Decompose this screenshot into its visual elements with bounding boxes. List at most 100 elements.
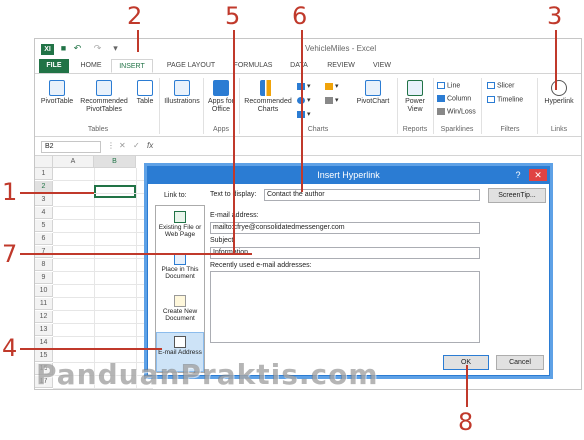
link-to-existing-file[interactable]: Existing File or Web Page (156, 208, 204, 248)
slicer-button[interactable]: Slicer (487, 82, 515, 89)
new-document-icon (174, 295, 186, 307)
area-chart-icon (325, 96, 333, 104)
row-header[interactable]: 8 (35, 259, 53, 271)
callout-line-4 (20, 348, 162, 350)
callout-7: 7 (2, 240, 18, 268)
gridline (53, 323, 153, 324)
redo-icon[interactable]: ↷ (93, 44, 102, 53)
power-view-icon (407, 80, 423, 96)
gridline (94, 168, 95, 388)
link-to-create-new-document[interactable]: Create New Document (156, 292, 204, 332)
hyperlink-button[interactable]: Hyperlink (541, 80, 577, 106)
row-header[interactable]: 13 (35, 324, 53, 336)
tab-page-layout[interactable]: PAGE LAYOUT (159, 59, 223, 73)
row-header[interactable]: 7 (35, 246, 53, 258)
sparkline-column-icon (437, 95, 445, 102)
group-label-apps: Apps (213, 126, 229, 133)
sparkline-winloss-button[interactable]: Win/Loss (437, 108, 476, 115)
text-to-display-input[interactable]: Contact the author (264, 189, 480, 201)
pivottable-button[interactable]: PivotTable (39, 80, 75, 106)
line-chart-button[interactable]: ▾ (325, 82, 339, 90)
tab-review[interactable]: REVIEW (321, 59, 361, 73)
pie-chart-button[interactable]: ▾ (297, 96, 311, 104)
group-separator (481, 78, 482, 134)
group-label-sparklines: Sparklines (440, 126, 474, 133)
callout-line-1 (20, 192, 94, 194)
close-button[interactable]: ✕ (529, 169, 547, 181)
formula-bar-dots-icon: ⋮ (107, 141, 115, 150)
table-button[interactable]: Table (133, 80, 157, 106)
tab-formulas[interactable]: FORMULAS (229, 59, 277, 73)
group-label-tables: Tables (87, 126, 109, 133)
help-button[interactable]: ? (511, 169, 525, 181)
cancel-entry-icon[interactable]: ✕ (119, 141, 126, 150)
selected-cell-b2[interactable] (94, 185, 136, 198)
cancel-button[interactable]: Cancel (496, 355, 544, 370)
scatter-chart-button[interactable]: ▾ (297, 110, 311, 118)
recent-emails-list[interactable] (210, 271, 480, 343)
column-header-a[interactable]: A (53, 156, 94, 168)
apps-for-office-label: Apps for Office (207, 98, 235, 113)
group-separator (397, 78, 398, 134)
table-icon (137, 80, 153, 96)
tab-home[interactable]: HOME (75, 59, 107, 73)
recommended-pivottables-button[interactable]: Recommended PivotTables (79, 80, 129, 114)
sparkline-line-label: Line (447, 82, 461, 90)
name-box[interactable]: B2 (41, 141, 101, 153)
group-separator (239, 78, 240, 134)
tab-file[interactable]: FILE (39, 59, 69, 73)
callout-1: 1 (2, 178, 18, 206)
apps-for-office-button[interactable]: Apps for Office (207, 80, 235, 114)
row-header[interactable]: 12 (35, 311, 53, 323)
customize-qat-icon[interactable]: ▾ (111, 44, 120, 53)
select-all-corner[interactable] (35, 156, 53, 168)
pivottable-label: PivotTable (40, 98, 74, 105)
sparkline-line-button[interactable]: Line (437, 82, 460, 89)
column-header-b[interactable]: B (94, 156, 136, 168)
confirm-entry-icon[interactable]: ✓ (133, 141, 140, 150)
save-icon[interactable]: ■ (59, 44, 68, 53)
illustrations-icon (174, 80, 190, 96)
insert-function-icon[interactable]: fx (147, 141, 153, 150)
insert-hyperlink-dialog: Insert Hyperlink ? ✕ Link to: Existing F… (147, 166, 550, 376)
title-bar: XI ■ ↶ ↷ ▾ VehicleMiles - Excel (35, 39, 581, 59)
power-view-button[interactable]: Power View (401, 80, 429, 114)
row-header[interactable]: 11 (35, 298, 53, 310)
timeline-button[interactable]: Timeline (487, 96, 523, 103)
screentip-button[interactable]: ScreenTip... (488, 188, 546, 203)
illustrations-button[interactable]: Illustrations (163, 80, 201, 106)
dialog-title: Insert Hyperlink (317, 170, 380, 180)
area-chart-button[interactable]: ▾ (325, 96, 339, 104)
row-header[interactable]: 9 (35, 272, 53, 284)
callout-2: 2 (127, 2, 143, 30)
row-header[interactable]: 5 (35, 220, 53, 232)
row-header[interactable]: 10 (35, 285, 53, 297)
row-header[interactable]: 3 (35, 194, 53, 206)
link-to-label: Link to: (164, 192, 187, 199)
pivotchart-button[interactable]: PivotChart (353, 80, 393, 106)
gridline (53, 245, 153, 246)
row-header[interactable]: 4 (35, 207, 53, 219)
recommended-charts-button[interactable]: Recommended Charts (243, 80, 293, 114)
slicer-icon (487, 82, 495, 89)
tab-view[interactable]: VIEW (367, 59, 397, 73)
column-chart-button[interactable]: ▾ (297, 82, 311, 90)
callout-line-8 (466, 365, 468, 407)
hyperlink-icon (551, 80, 567, 96)
callout-4: 4 (2, 334, 18, 362)
slicer-label: Slicer (497, 82, 515, 90)
tab-insert[interactable]: INSERT (111, 59, 153, 73)
undo-icon[interactable]: ↶ (73, 44, 82, 53)
subject-label: Subject: (210, 237, 236, 244)
dialog-title-bar: Insert Hyperlink ? ✕ (148, 167, 549, 184)
row-header[interactable]: 1 (35, 168, 53, 180)
sparkline-column-button[interactable]: Column (437, 95, 471, 102)
tab-data[interactable]: DATA (283, 59, 315, 73)
link-to-place-in-document[interactable]: Place in This Document (156, 250, 204, 290)
callout-6: 6 (292, 2, 308, 30)
row-header[interactable]: 6 (35, 233, 53, 245)
group-label-charts: Charts (307, 126, 329, 133)
email-address-input[interactable]: mailto:cfrye@consolidatedmessenger.com (210, 222, 480, 234)
gridline (53, 336, 153, 337)
window-title: VehicleMiles - Excel (305, 44, 377, 53)
